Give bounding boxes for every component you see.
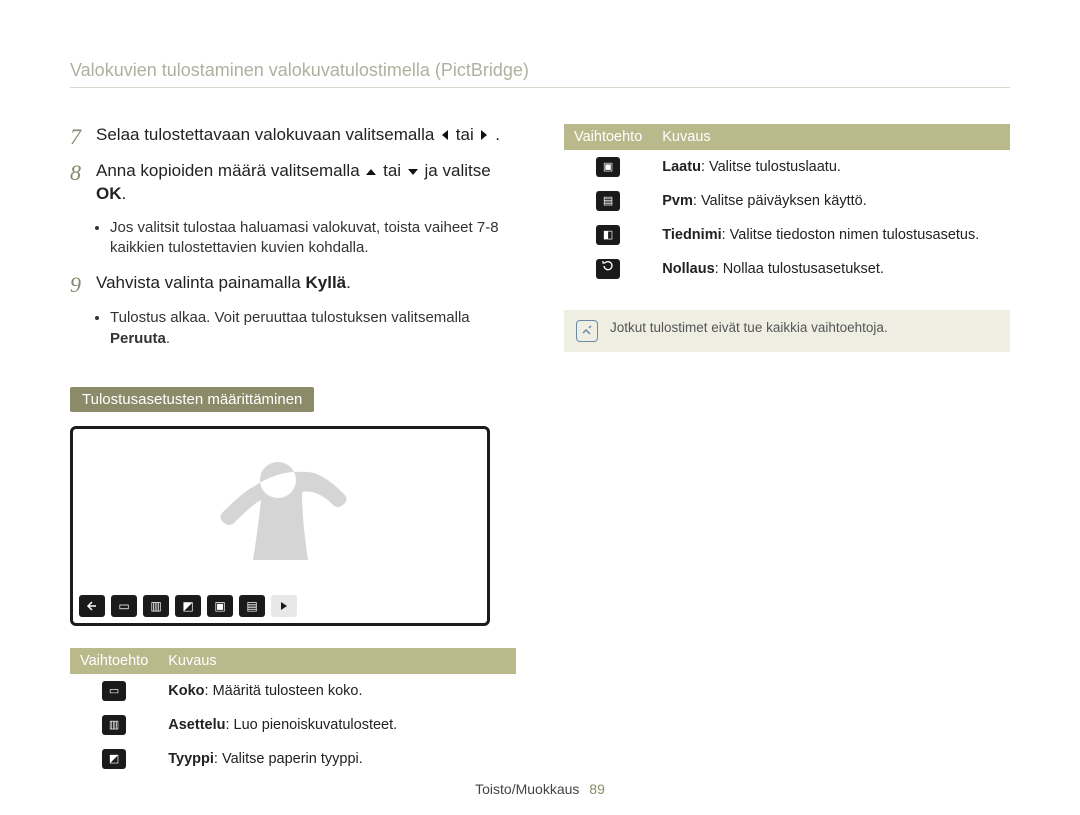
step-number: 9 (70, 274, 86, 296)
text-bold: Kyllä (305, 273, 346, 292)
note-box: Jotkut tulostimet eivät tue kaikkia vaih… (564, 310, 1010, 352)
right-column: Vaihtoehto Kuvaus ▣ Laatu: Valitse tulos… (564, 124, 1010, 776)
table-row: ◧ Tiednimi: Valitse tiedoston nimen tulo… (564, 218, 1010, 252)
table-row: ▤ Pvm: Valitse päiväyksen käyttö. (564, 184, 1010, 218)
ok-label: OK (96, 184, 122, 203)
step-number: 7 (70, 126, 86, 148)
text: Vahvista valinta painamalla (96, 273, 305, 292)
step-text: Selaa tulostettavaan valokuvaan valitsem… (96, 124, 516, 148)
th-option: Vaihtoehto (70, 648, 158, 674)
layout-icon: ▥ (102, 715, 126, 735)
right-arrow-icon (478, 128, 490, 142)
step-9-notes: Tulostus alkaa. Voit peruuttaa tulostuks… (110, 308, 516, 349)
footer-text: Toisto/Muokkaus (475, 781, 579, 797)
table-row: ◩ Tyyppi: Valitse paperin tyyppi. (70, 742, 516, 776)
silhouette-image (183, 447, 363, 602)
step-number: 8 (70, 162, 86, 206)
text: . (122, 184, 127, 203)
type-icon: ◩ (102, 749, 126, 769)
text: ja valitse (425, 161, 491, 180)
opt-desc: : Valitse päiväyksen käyttö. (693, 193, 867, 209)
th-option: Vaihtoehto (564, 124, 652, 150)
page-number: 89 (589, 781, 605, 797)
text: tai (383, 161, 406, 180)
opt-desc: : Luo pienoiskuvatulosteet. (225, 717, 397, 733)
text-bold: Peruuta (110, 330, 166, 347)
step-text: Vahvista valinta painamalla Kyllä. (96, 272, 516, 296)
note-icon (576, 320, 598, 342)
text: Anna kopioiden määrä valitsemalla (96, 161, 364, 180)
note-text: Jotkut tulostimet eivät tue kaikkia vaih… (610, 320, 888, 335)
camera-preview-frame: ▭ ▥ ◩ ▣ ▤ (70, 426, 490, 626)
table-row: ▭ Koko: Määritä tulosteen koko. (70, 674, 516, 708)
date-icon: ▤ (596, 191, 620, 211)
options-table-left: Vaihtoehto Kuvaus ▭ Koko: Määritä tulost… (70, 648, 516, 776)
th-desc: Kuvaus (158, 648, 516, 674)
left-arrow-icon (439, 128, 451, 142)
preview-toolbar: ▭ ▥ ◩ ▣ ▤ (79, 595, 297, 617)
opt-label: Tiednimi (662, 227, 721, 243)
opt-desc: : Valitse paperin tyyppi. (214, 751, 363, 767)
layout-icon[interactable]: ▥ (143, 595, 169, 617)
list-item: Tulostus alkaa. Voit peruuttaa tulostuks… (110, 308, 516, 349)
list-item: Jos valitsit tulostaa haluamasi valokuva… (110, 218, 516, 259)
quality-icon[interactable]: ▣ (207, 595, 233, 617)
th-desc: Kuvaus (652, 124, 1010, 150)
opt-label: Asettelu (168, 717, 225, 733)
down-arrow-icon (406, 166, 420, 178)
footer: Toisto/Muokkaus 89 (0, 781, 1080, 797)
opt-desc: : Nollaa tulostusasetukset. (715, 261, 884, 277)
back-icon[interactable] (79, 595, 105, 617)
up-arrow-icon (364, 166, 378, 178)
step-8-notes: Jos valitsit tulostaa haluamasi valokuva… (110, 218, 516, 259)
step-8: 8 Anna kopioiden määrä valitsemalla tai … (70, 160, 516, 206)
text: . (166, 330, 170, 347)
filename-icon: ◧ (596, 225, 620, 245)
page-title: Valokuvien tulostaminen valokuvatulostim… (70, 60, 1010, 88)
table-row: Nollaus: Nollaa tulostusasetukset. (564, 252, 1010, 286)
size-icon[interactable]: ▭ (111, 595, 137, 617)
opt-label: Laatu (662, 159, 701, 175)
reset-icon (596, 259, 620, 279)
step-text: Anna kopioiden määrä valitsemalla tai ja… (96, 160, 516, 206)
text: Selaa tulostettavaan valokuvaan valitsem… (96, 125, 439, 144)
left-column: 7 Selaa tulostettavaan valokuvaan valits… (70, 124, 516, 776)
text: tai (456, 125, 479, 144)
text: . (346, 273, 351, 292)
quality-icon: ▣ (596, 157, 620, 177)
opt-label: Tyyppi (168, 751, 214, 767)
section-heading: Tulostusasetusten määrittäminen (70, 387, 314, 412)
more-icon[interactable] (271, 595, 297, 617)
size-icon: ▭ (102, 681, 126, 701)
opt-label: Pvm (662, 193, 693, 209)
step-7: 7 Selaa tulostettavaan valokuvaan valits… (70, 124, 516, 148)
table-row: ▥ Asettelu: Luo pienoiskuvatulosteet. (70, 708, 516, 742)
content-columns: 7 Selaa tulostettavaan valokuvaan valits… (70, 124, 1010, 776)
step-9: 9 Vahvista valinta painamalla Kyllä. (70, 272, 516, 296)
opt-label: Koko (168, 683, 204, 699)
table-row: ▣ Laatu: Valitse tulostuslaatu. (564, 150, 1010, 184)
opt-desc: : Valitse tulostuslaatu. (701, 159, 841, 175)
opt-label: Nollaus (662, 261, 714, 277)
date-icon[interactable]: ▤ (239, 595, 265, 617)
text: Tulostus alkaa. Voit peruuttaa tulostuks… (110, 309, 470, 326)
text: . (495, 125, 500, 144)
options-table-right: Vaihtoehto Kuvaus ▣ Laatu: Valitse tulos… (564, 124, 1010, 286)
opt-desc: : Määritä tulosteen koko. (205, 683, 363, 699)
opt-desc: : Valitse tiedoston nimen tulostusasetus… (722, 227, 980, 243)
type-icon[interactable]: ◩ (175, 595, 201, 617)
